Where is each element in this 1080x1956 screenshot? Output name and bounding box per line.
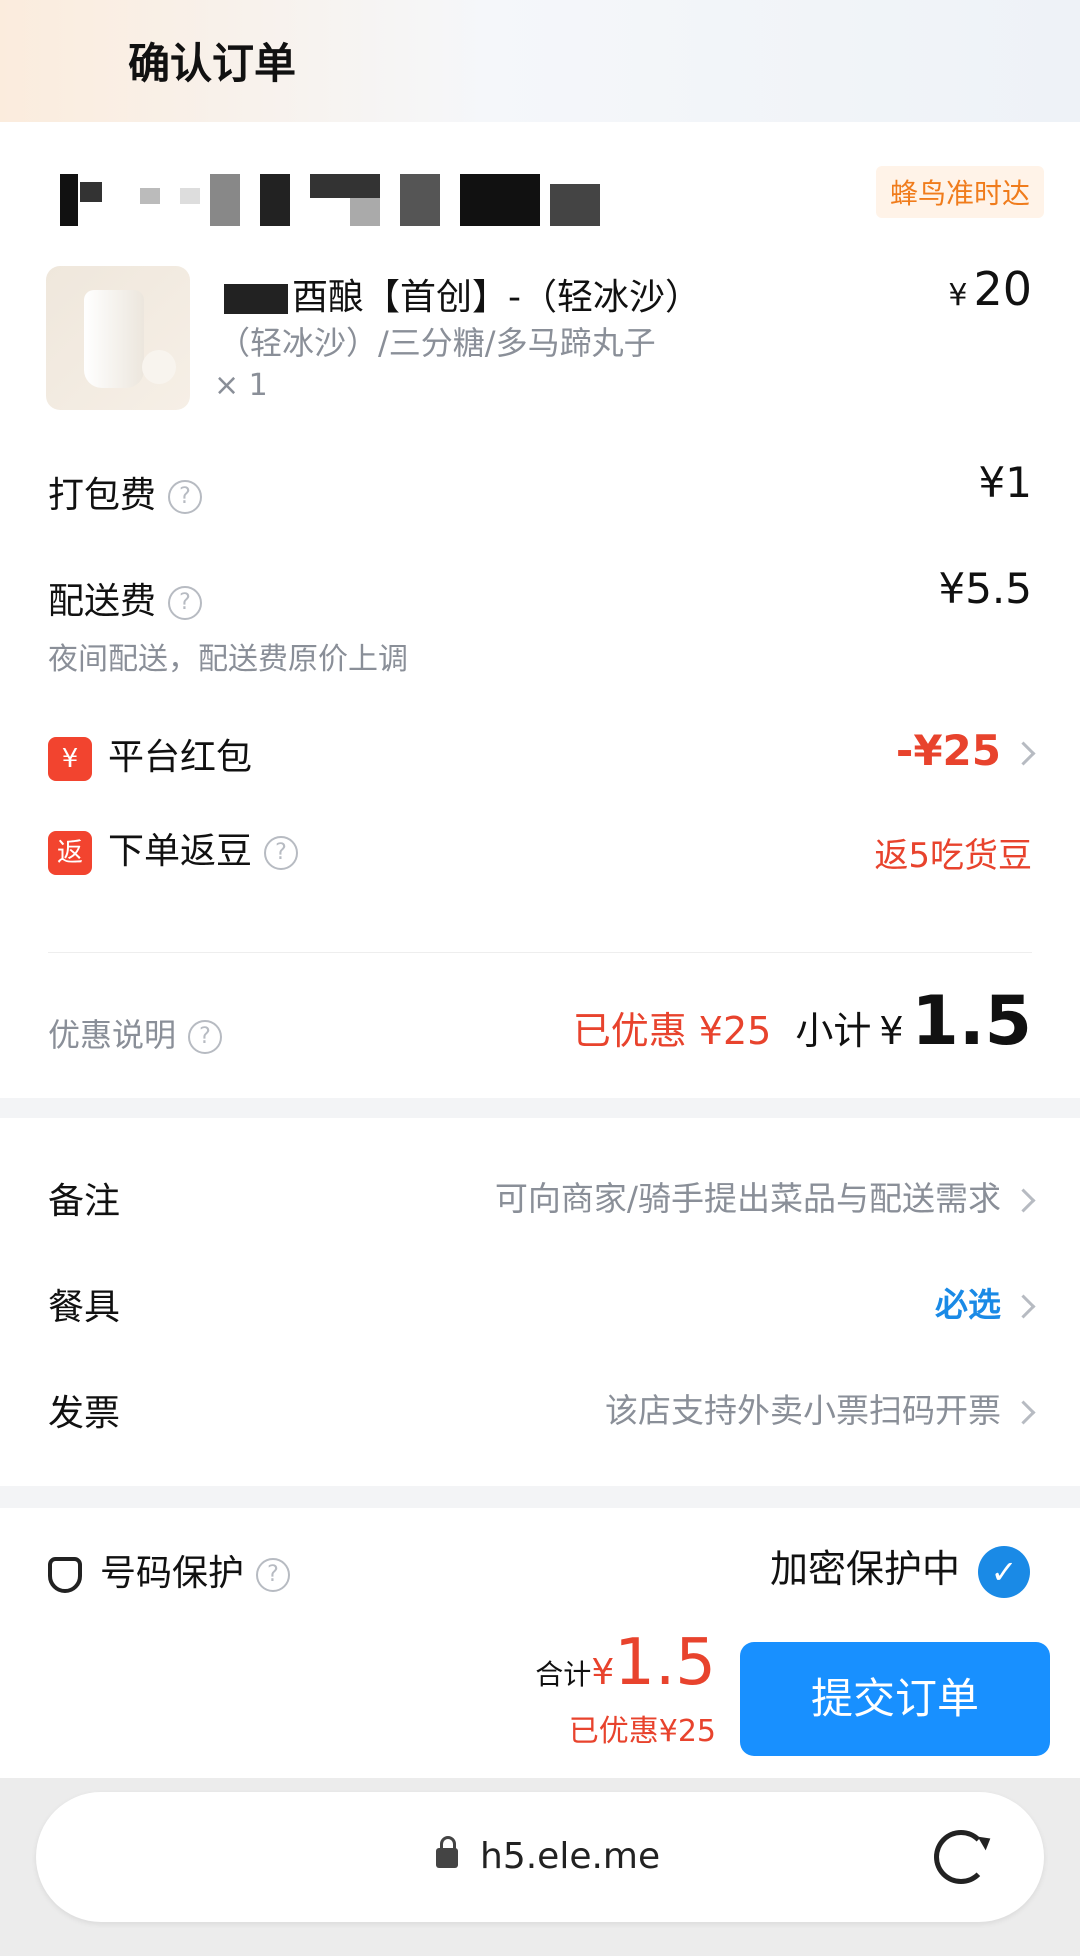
delivery-note: 夜间配送，配送费原价上调	[48, 642, 408, 677]
invoice-label: 发票	[48, 1393, 121, 1434]
shield-phone-icon	[48, 1557, 82, 1593]
reload-icon[interactable]	[934, 1830, 988, 1884]
total-value: 1.5	[614, 1626, 716, 1700]
packing-fee-label: 打包费?	[48, 466, 203, 518]
chevron-right-icon	[1011, 1188, 1036, 1213]
submit-order-button[interactable]: 提交订单	[740, 1642, 1050, 1756]
url-text: h5.ele.me	[480, 1836, 661, 1877]
invoice-row[interactable]: 该店支持外卖小票扫码开票	[605, 1384, 1036, 1432]
address-bar[interactable]: h5.ele.me	[36, 1792, 1044, 1922]
help-icon[interactable]: ?	[264, 836, 299, 870]
saved-amount: 已优惠 ¥25	[572, 1009, 772, 1053]
item-image	[46, 266, 190, 410]
item-qty: × 1	[214, 368, 268, 403]
delivery-fee-value: ¥5.5	[938, 564, 1032, 613]
fandou-value: 返5吃货豆	[874, 836, 1032, 876]
total-saved: 已优惠¥25	[568, 1714, 716, 1749]
ball-image	[142, 350, 176, 384]
utensils-row[interactable]: 必选	[935, 1278, 1036, 1326]
page-title: 确认订单	[128, 39, 297, 88]
help-icon[interactable]: ?	[168, 480, 203, 514]
discount-info-label: 优惠说明?	[48, 1010, 223, 1056]
lock-icon	[436, 1836, 458, 1868]
help-icon[interactable]: ?	[168, 586, 203, 620]
checkout-bar: 合计¥1.5 已优惠¥25 提交订单	[0, 1608, 1080, 1778]
chevron-right-icon	[1011, 741, 1036, 766]
redacted-name-block	[224, 284, 288, 314]
item-price: ¥20	[948, 262, 1032, 316]
note-row[interactable]: 可向商家/骑手提出菜品与配送需求	[495, 1172, 1036, 1220]
chevron-right-icon	[1011, 1294, 1036, 1319]
note-label: 备注	[48, 1181, 121, 1222]
packing-fee-value: ¥1	[978, 458, 1032, 507]
delivery-badge: 蜂鸟准时达	[875, 166, 1044, 218]
delivery-fee-label: 配送费?	[48, 572, 203, 624]
header-bar: 确认订单	[0, 0, 1080, 122]
item-spec: （轻冰沙）/三分糖/多马蹄丸子	[218, 324, 656, 362]
fan-badge-icon: 返	[48, 831, 92, 875]
browser-toolbar: h5.ele.me	[0, 1778, 1080, 1956]
cup-image	[84, 290, 144, 388]
help-icon[interactable]: ?	[188, 1020, 223, 1054]
privacy-card: 号码保护? 加密保护中 ✓	[0, 1508, 1080, 1608]
order-card: 蜂鸟准时达 酉酿【首创】-（轻冰沙） （轻冰沙）/三分糖/多马蹄丸子 × 1 ¥…	[0, 122, 1080, 1098]
hongbao-value[interactable]: -¥25	[896, 726, 1036, 775]
subtotal-area: 已优惠 ¥25 小计 ¥1.5	[572, 982, 1032, 1061]
subtotal-value: 1.5	[911, 982, 1032, 1061]
options-card: 备注 可向商家/骑手提出菜品与配送需求 餐具 必选 发票 该店支持外卖小票扫码开…	[0, 1118, 1080, 1486]
encryption-toggle[interactable]: 加密保护中 ✓	[770, 1538, 1030, 1598]
divider	[48, 952, 1032, 953]
check-icon: ✓	[978, 1545, 1030, 1598]
platform-hongbao-row[interactable]: ¥ 平台红包	[48, 728, 252, 781]
yen-badge-icon: ¥	[48, 737, 92, 781]
utensils-label: 餐具	[48, 1287, 121, 1328]
total-area: 合计¥1.5 已优惠¥25	[535, 1626, 716, 1749]
help-icon[interactable]: ?	[256, 1558, 291, 1592]
store-name-redacted	[60, 174, 600, 226]
chevron-right-icon	[1011, 1400, 1036, 1425]
item-name: 酉酿【首创】-（轻冰沙）	[224, 268, 701, 320]
phone-protect-label: 号码保护?	[48, 1544, 291, 1596]
fandou-row: 返下单返豆?	[48, 822, 299, 875]
